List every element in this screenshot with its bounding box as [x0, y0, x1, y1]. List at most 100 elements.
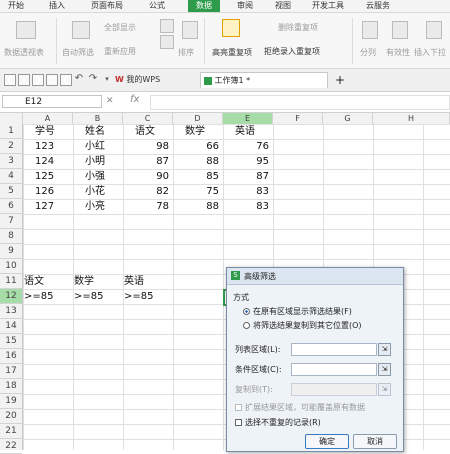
column-header[interactable]: A — [23, 113, 73, 124]
tab-page-layout[interactable]: 页面布局 — [84, 0, 130, 12]
table-cell[interactable]: 82 — [123, 184, 169, 199]
table-cell[interactable]: 123 — [35, 139, 54, 154]
criteria-header-cell[interactable]: 数学 — [74, 274, 94, 289]
auto-filter-button[interactable]: 自动筛选 — [62, 47, 94, 58]
column-header[interactable]: D — [173, 113, 223, 124]
row-header[interactable]: 12 — [0, 289, 22, 304]
row-header[interactable]: 21 — [0, 424, 22, 439]
column-header[interactable]: G — [323, 113, 373, 124]
row-header[interactable]: 22 — [0, 439, 22, 454]
undo-icon[interactable]: ↶ — [74, 74, 84, 84]
tab-home[interactable]: 开始 — [2, 0, 30, 12]
row-header[interactable]: 13 — [0, 304, 22, 319]
row-header[interactable]: 2 — [0, 139, 22, 154]
row-header[interactable]: 19 — [0, 394, 22, 409]
table-cell[interactable]: 85 — [173, 169, 219, 184]
pivot-table-button[interactable]: 数据透视表 — [4, 47, 44, 58]
column-header[interactable]: B — [73, 113, 123, 124]
cancel-icon[interactable]: ✕ — [106, 96, 114, 106]
table-header-cell[interactable]: 语文 — [135, 124, 155, 139]
table-header-cell[interactable]: 姓名 — [85, 124, 105, 139]
row-header[interactable]: 8 — [0, 229, 22, 244]
criteria-range-input[interactable] — [291, 363, 377, 376]
extend-results-option[interactable]: 扩展结果区域，可能覆盖原有数据 — [235, 402, 365, 413]
table-cell[interactable]: 87 — [123, 154, 169, 169]
open-icon[interactable] — [32, 74, 44, 86]
row-header[interactable]: 10 — [0, 259, 22, 274]
table-cell[interactable]: 88 — [173, 199, 219, 214]
remove-duplicates-button[interactable]: 删除重复项 — [278, 22, 318, 33]
table-cell[interactable]: 95 — [223, 154, 269, 169]
tab-cloud[interactable]: 云服务 — [360, 0, 396, 12]
table-cell[interactable]: 75 — [173, 184, 219, 199]
row-header[interactable]: 5 — [0, 184, 22, 199]
column-header[interactable]: H — [373, 113, 450, 124]
table-cell[interactable]: 125 — [35, 169, 54, 184]
table-cell[interactable]: 小花 — [85, 184, 105, 199]
table-cell[interactable]: 83 — [223, 199, 269, 214]
option-copy[interactable]: 将筛选结果复制到其它位置(O) — [243, 320, 362, 331]
table-cell[interactable]: 87 — [223, 169, 269, 184]
copy-to-input[interactable] — [291, 383, 377, 396]
table-cell[interactable]: 83 — [223, 184, 269, 199]
save-icon[interactable] — [4, 74, 16, 86]
ok-button[interactable]: 确定 — [305, 434, 349, 449]
table-cell[interactable]: 小强 — [85, 169, 105, 184]
print-icon[interactable] — [46, 74, 58, 86]
checkbox-icon[interactable] — [235, 419, 242, 426]
split-column-button[interactable]: 分列 — [360, 47, 376, 58]
select-all-corner[interactable] — [0, 113, 23, 124]
row-header[interactable]: 15 — [0, 334, 22, 349]
new-icon[interactable] — [18, 74, 30, 86]
validity-button[interactable]: 有效性 — [386, 47, 410, 58]
table-cell[interactable]: 98 — [123, 139, 169, 154]
table-cell[interactable]: 90 — [123, 169, 169, 184]
range-picker-icon[interactable]: ⇲ — [378, 363, 391, 376]
insert-dropdown-button[interactable]: 插入下拉 — [414, 47, 446, 58]
reject-duplicates-button[interactable]: 拒绝录入重复项 — [264, 46, 320, 57]
tab-developer[interactable]: 开发工具 — [306, 0, 350, 12]
row-header[interactable]: 3 — [0, 154, 22, 169]
row-header[interactable]: 20 — [0, 409, 22, 424]
table-cell[interactable]: 88 — [173, 154, 219, 169]
table-cell[interactable]: 小红 — [85, 139, 105, 154]
list-range-input[interactable] — [291, 343, 377, 356]
table-cell[interactable]: 127 — [35, 199, 54, 214]
chevron-down-icon[interactable]: ▾ — [102, 74, 112, 84]
reapply-button[interactable]: 重新应用 — [104, 46, 136, 57]
row-header[interactable]: 6 — [0, 199, 22, 214]
show-all-button[interactable]: 全部显示 — [104, 22, 136, 33]
fx-icon[interactable]: fx — [130, 94, 139, 105]
row-header[interactable]: 17 — [0, 364, 22, 379]
table-cell[interactable]: 小亮 — [85, 199, 105, 214]
row-header[interactable]: 16 — [0, 349, 22, 364]
highlight-duplicates-button[interactable]: 高亮重复项 — [212, 47, 252, 58]
preview-icon[interactable] — [60, 74, 72, 86]
column-header[interactable]: C — [123, 113, 173, 124]
name-box[interactable]: E12 — [2, 95, 102, 108]
row-header[interactable]: 1 — [0, 124, 22, 139]
checkbox-icon[interactable] — [235, 404, 242, 411]
table-cell[interactable]: 78 — [123, 199, 169, 214]
table-cell[interactable]: 小明 — [85, 154, 105, 169]
table-header-cell[interactable]: 数学 — [185, 124, 205, 139]
row-header[interactable]: 14 — [0, 319, 22, 334]
table-cell[interactable]: 66 — [173, 139, 219, 154]
tab-insert[interactable]: 插入 — [44, 0, 70, 12]
criteria-header-cell[interactable]: 英语 — [124, 274, 144, 289]
dialog-titlebar[interactable]: S 高级筛选 — [227, 268, 403, 285]
tab-data[interactable]: 数据 — [188, 0, 220, 12]
cancel-button[interactable]: 取消 — [353, 434, 397, 449]
row-header[interactable]: 4 — [0, 169, 22, 184]
formula-input[interactable] — [150, 95, 450, 110]
criteria-value-cell[interactable]: >=85 — [24, 289, 53, 304]
row-header[interactable]: 7 — [0, 214, 22, 229]
range-picker-icon[interactable]: ⇲ — [378, 383, 391, 396]
radio-icon[interactable] — [243, 322, 250, 329]
tab-review[interactable]: 审阅 — [232, 0, 258, 12]
doc-tab-mywps[interactable]: W 我的WPS — [112, 72, 198, 88]
row-header[interactable]: 11 — [0, 274, 22, 289]
criteria-value-cell[interactable]: >=85 — [124, 289, 153, 304]
add-tab-button[interactable]: + — [332, 72, 346, 88]
column-header[interactable]: E — [223, 113, 273, 124]
